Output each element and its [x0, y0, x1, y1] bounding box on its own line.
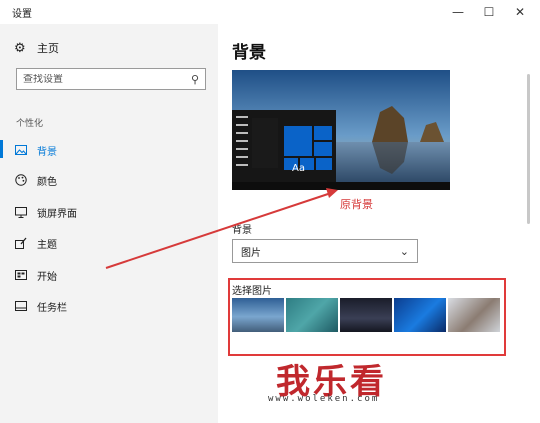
window-title: 设置	[12, 9, 32, 20]
picture-thumbnail[interactable]	[394, 298, 446, 332]
sidebar-item-label: 开始	[37, 271, 57, 283]
search-input[interactable]	[23, 73, 191, 85]
palette-icon	[14, 174, 28, 186]
watermark-url: www.woleken.com	[268, 394, 380, 404]
background-preview: Aa	[232, 70, 450, 190]
active-indicator	[0, 140, 3, 158]
sidebar-item-start[interactable]: 开始	[14, 267, 57, 283]
section-label-personalization: 个性化	[16, 119, 44, 129]
picture-thumbnail[interactable]	[286, 298, 338, 332]
annotation-label: 原背景	[340, 198, 373, 211]
page-title: 背景	[232, 43, 266, 63]
brush-icon	[14, 237, 28, 249]
background-type-label: 背景	[232, 225, 252, 236]
sidebar-item-label: 颜色	[37, 176, 57, 188]
picture-thumbnails	[232, 298, 502, 332]
home-link[interactable]: ⚙ 主页	[14, 40, 59, 56]
preview-tile-text: Aa	[292, 163, 305, 174]
picture-thumbnail[interactable]	[232, 298, 284, 332]
picture-thumbnail[interactable]	[340, 298, 392, 332]
taskbar-icon	[14, 300, 28, 312]
close-button[interactable]: ✕	[505, 2, 535, 22]
search-icon[interactable]: ⚲	[191, 73, 199, 86]
maximize-button[interactable]: ☐	[474, 2, 504, 22]
start-icon	[14, 269, 28, 281]
sidebar-item-label: 背景	[37, 146, 57, 158]
sidebar-item-taskbar[interactable]: 任务栏	[14, 298, 67, 314]
search-box[interactable]: ⚲	[16, 68, 206, 90]
gear-icon: ⚙	[14, 40, 26, 56]
title-bar: 设置 — ☐ ✕	[0, 0, 540, 24]
sidebar-item-background[interactable]: 背景	[14, 142, 57, 158]
minimize-button[interactable]: —	[443, 2, 473, 22]
sidebar-item-label: 任务栏	[37, 302, 67, 314]
background-type-dropdown[interactable]: 图片 ⌄	[232, 239, 418, 263]
maximize-icon: ☐	[483, 5, 495, 19]
sidebar-item-label: 锁屏界面	[37, 208, 77, 220]
scrollbar[interactable]	[527, 74, 530, 224]
choose-picture-label: 选择图片	[232, 286, 272, 297]
home-label: 主页	[37, 42, 59, 55]
monitor-icon	[14, 206, 28, 218]
sidebar-item-label: 主题	[37, 239, 57, 251]
chevron-down-icon: ⌄	[399, 244, 409, 258]
minimize-icon: —	[452, 5, 464, 19]
preview-image	[232, 70, 450, 190]
dropdown-value: 图片	[241, 247, 261, 259]
picture-thumbnail[interactable]	[448, 298, 500, 332]
picture-icon	[14, 144, 28, 156]
close-icon: ✕	[514, 5, 526, 19]
sidebar: ⚙ 主页 ⚲ 个性化 背景 颜色 锁屏界面 主题 开始	[0, 24, 218, 423]
sidebar-item-lock-screen[interactable]: 锁屏界面	[14, 204, 77, 220]
sidebar-item-themes[interactable]: 主题	[14, 235, 57, 251]
sidebar-item-colors[interactable]: 颜色	[14, 172, 57, 188]
